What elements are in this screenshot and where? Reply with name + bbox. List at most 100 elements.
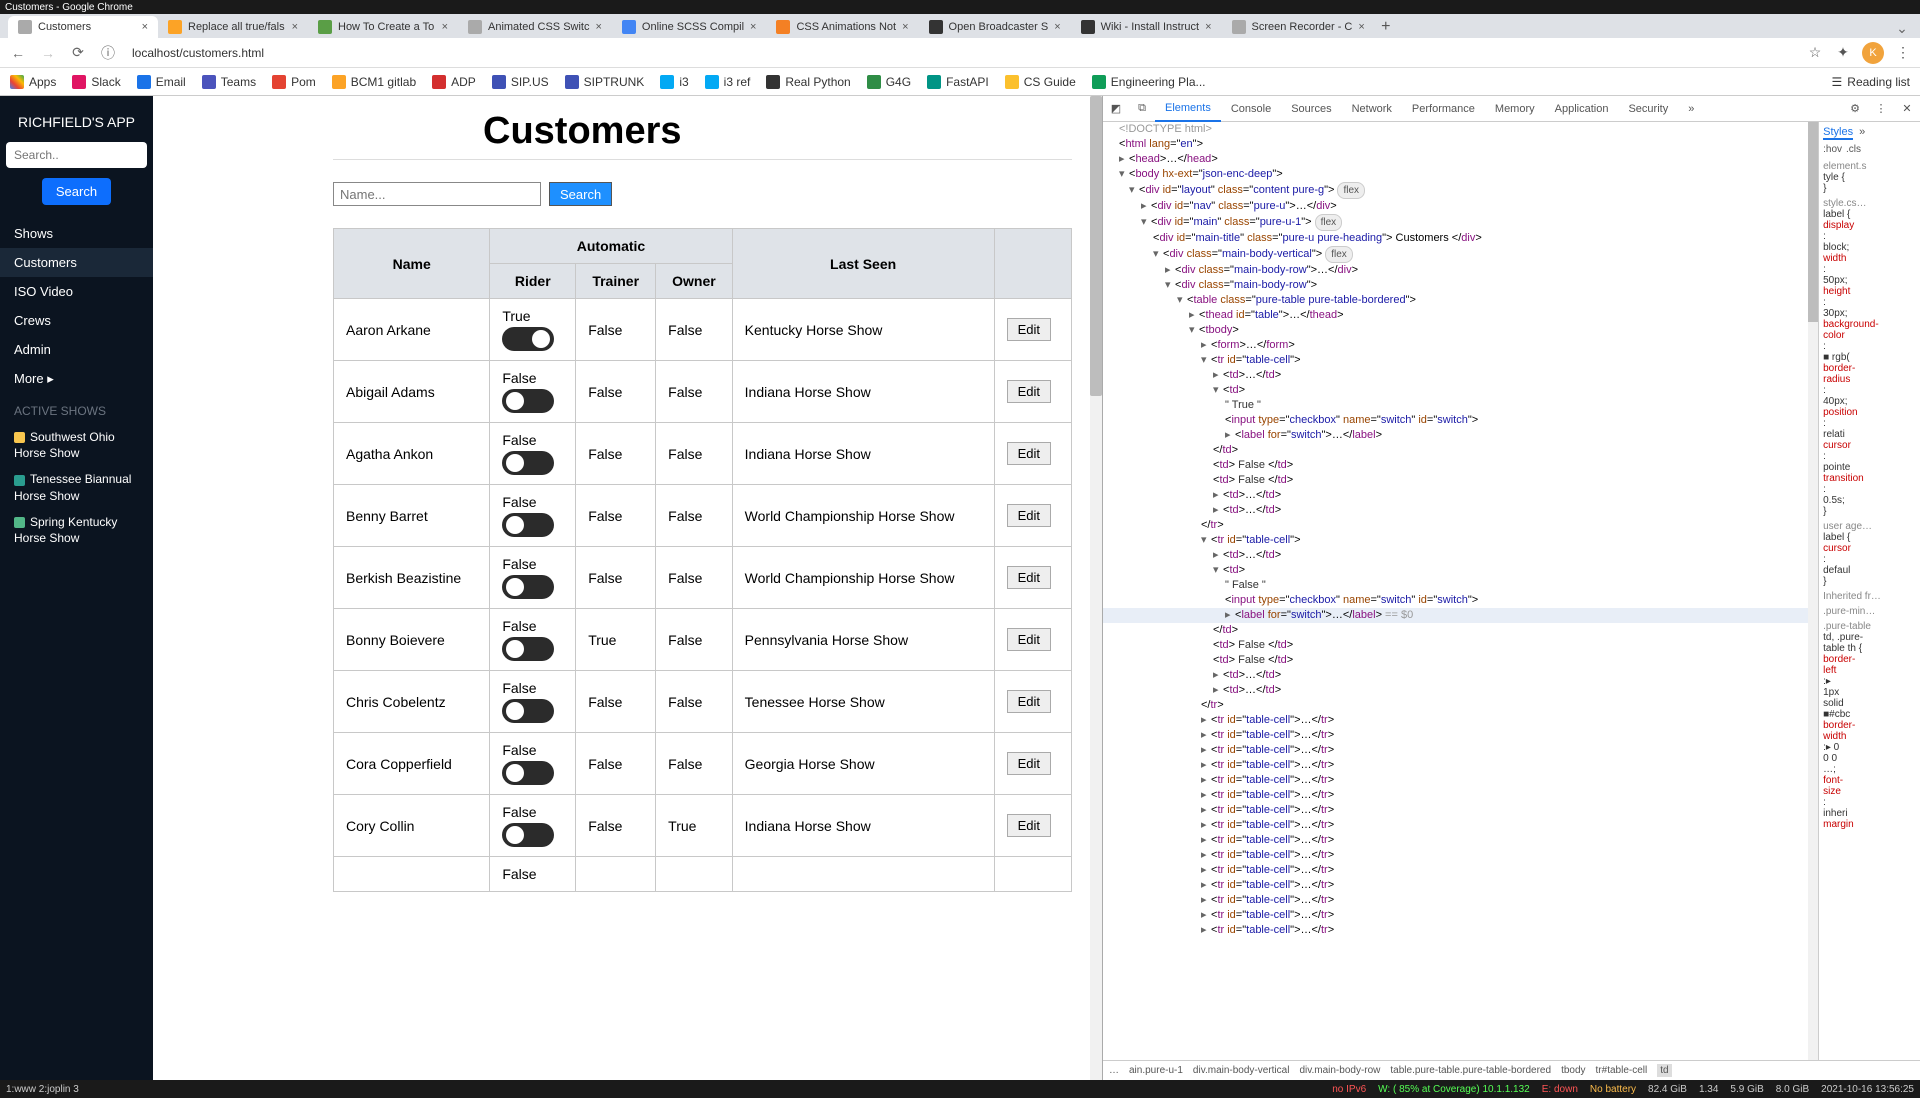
rider-switch[interactable] bbox=[502, 761, 554, 785]
breadcrumb-item[interactable]: div.main-body-row bbox=[1299, 1065, 1380, 1076]
edit-button[interactable]: Edit bbox=[1007, 814, 1051, 837]
new-tab-button[interactable]: + bbox=[1375, 16, 1397, 38]
apps-button[interactable]: Apps bbox=[10, 75, 56, 89]
sidebar-item[interactable]: ISO Video bbox=[0, 277, 153, 306]
rider-switch[interactable] bbox=[502, 575, 554, 599]
styles-tab[interactable]: Styles bbox=[1823, 126, 1853, 140]
dom-scrollbar[interactable] bbox=[1808, 122, 1818, 1060]
devtools-tab[interactable]: Memory bbox=[1485, 96, 1545, 122]
sidebar-search-input[interactable] bbox=[6, 142, 147, 168]
styles-pane[interactable]: Styles» :hov.cls element.style {}style.c… bbox=[1818, 122, 1920, 1060]
chevron-down-icon[interactable]: ⌄ bbox=[1892, 18, 1912, 38]
close-icon[interactable]: × bbox=[1205, 21, 1211, 33]
styles-more[interactable]: » bbox=[1859, 126, 1865, 140]
edit-button[interactable]: Edit bbox=[1007, 380, 1051, 403]
breadcrumb-item[interactable]: tbody bbox=[1561, 1065, 1585, 1076]
active-show-item[interactable]: Spring Kentucky Horse Show bbox=[0, 509, 153, 551]
rider-switch[interactable] bbox=[502, 823, 554, 847]
breadcrumb-item[interactable]: td bbox=[1657, 1064, 1671, 1077]
bookmark-item[interactable]: Email bbox=[137, 75, 186, 89]
close-icon[interactable]: × bbox=[1054, 21, 1060, 33]
cls-toggle[interactable]: .cls bbox=[1846, 144, 1861, 155]
breadcrumb-item[interactable]: … bbox=[1109, 1065, 1119, 1076]
rider-switch[interactable] bbox=[502, 327, 554, 351]
devtools-tab[interactable]: Console bbox=[1221, 96, 1281, 122]
browser-tab[interactable]: Animated CSS Switc× bbox=[458, 16, 612, 38]
devtools-tab[interactable]: Sources bbox=[1281, 96, 1341, 122]
bookmark-item[interactable]: ADP bbox=[432, 75, 476, 89]
rider-switch[interactable] bbox=[502, 389, 554, 413]
device-icon[interactable]: ⧉ bbox=[1129, 96, 1155, 122]
inspect-icon[interactable]: ◩ bbox=[1103, 96, 1129, 122]
close-icon[interactable]: × bbox=[750, 21, 756, 33]
sidebar-search-button[interactable]: Search bbox=[42, 178, 111, 205]
bookmark-item[interactable]: SIPTRUNK bbox=[565, 75, 645, 89]
edit-button[interactable]: Edit bbox=[1007, 628, 1051, 651]
content-scrollbar[interactable] bbox=[1090, 96, 1102, 1080]
bookmark-item[interactable]: Pom bbox=[272, 75, 316, 89]
close-icon[interactable]: × bbox=[595, 21, 601, 33]
back-button[interactable]: ← bbox=[8, 43, 28, 63]
rider-switch[interactable] bbox=[502, 451, 554, 475]
sidebar-item[interactable]: More ▸ bbox=[0, 364, 153, 394]
close-icon[interactable]: × bbox=[142, 21, 148, 33]
name-search-input[interactable] bbox=[333, 182, 541, 206]
profile-avatar[interactable]: K bbox=[1862, 42, 1884, 64]
close-icon[interactable]: ✕ bbox=[1894, 96, 1920, 122]
devtools-tab[interactable]: Elements bbox=[1155, 96, 1221, 122]
browser-tab[interactable]: Wiki - Install Instruct× bbox=[1071, 16, 1222, 38]
breadcrumb-item[interactable]: tr#table-cell bbox=[1596, 1065, 1648, 1076]
gear-icon[interactable]: ⚙ bbox=[1842, 96, 1868, 122]
edit-button[interactable]: Edit bbox=[1007, 566, 1051, 589]
bookmark-item[interactable]: Slack bbox=[72, 75, 120, 89]
extensions-icon[interactable]: ✦ bbox=[1834, 44, 1852, 62]
bookmark-item[interactable]: i3 bbox=[660, 75, 688, 89]
rider-switch[interactable] bbox=[502, 699, 554, 723]
bookmark-item[interactable]: BCM1 gitlab bbox=[332, 75, 416, 89]
forward-button[interactable]: → bbox=[38, 43, 58, 63]
edit-button[interactable]: Edit bbox=[1007, 442, 1051, 465]
devtools-tab[interactable]: Performance bbox=[1402, 96, 1485, 122]
menu-icon[interactable]: ⋮ bbox=[1894, 44, 1912, 62]
name-search-button[interactable]: Search bbox=[549, 182, 612, 206]
devtools-tab[interactable]: Application bbox=[1545, 96, 1619, 122]
devtools-tab[interactable]: Network bbox=[1342, 96, 1402, 122]
close-icon[interactable]: × bbox=[902, 21, 908, 33]
bookmark-item[interactable]: Engineering Pla... bbox=[1092, 75, 1206, 89]
bookmark-item[interactable]: SIP.US bbox=[492, 75, 549, 89]
rider-switch[interactable] bbox=[502, 513, 554, 537]
browser-tab[interactable]: Online SCSS Compil× bbox=[612, 16, 767, 38]
rider-switch[interactable] bbox=[502, 637, 554, 661]
sidebar-item[interactable]: Customers bbox=[0, 248, 153, 277]
site-info-icon[interactable]: ⓘ bbox=[98, 43, 118, 63]
dom-tree[interactable]: …<!DOCTYPE html><html lang="en">▸<head>…… bbox=[1103, 122, 1818, 1060]
browser-tab[interactable]: Customers× bbox=[8, 16, 158, 38]
devtools-menu-icon[interactable]: ⋮ bbox=[1868, 96, 1894, 122]
active-show-item[interactable]: Southwest Ohio Horse Show bbox=[0, 424, 153, 466]
bookmark-item[interactable]: G4G bbox=[867, 75, 911, 89]
edit-button[interactable]: Edit bbox=[1007, 690, 1051, 713]
browser-tab[interactable]: Replace all true/fals× bbox=[158, 16, 308, 38]
edit-button[interactable]: Edit bbox=[1007, 318, 1051, 341]
devtools-more[interactable]: » bbox=[1678, 96, 1704, 122]
edit-button[interactable]: Edit bbox=[1007, 504, 1051, 527]
bookmark-item[interactable]: CS Guide bbox=[1005, 75, 1076, 89]
sidebar-item[interactable]: Admin bbox=[0, 335, 153, 364]
reload-button[interactable]: ⟳ bbox=[68, 43, 88, 63]
bookmark-item[interactable]: Real Python bbox=[766, 75, 850, 89]
bookmark-item[interactable]: i3 ref bbox=[705, 75, 751, 89]
breadcrumb-item[interactable]: table.pure-table.pure-table-bordered bbox=[1390, 1065, 1551, 1076]
devtools-tab[interactable]: Security bbox=[1618, 96, 1678, 122]
bookmark-item[interactable]: FastAPI bbox=[927, 75, 989, 89]
sidebar-item[interactable]: Crews bbox=[0, 306, 153, 335]
browser-tab[interactable]: How To Create a To× bbox=[308, 16, 458, 38]
browser-tab[interactable]: CSS Animations Not× bbox=[766, 16, 918, 38]
workspace-indicator[interactable]: 1:www 2:joplin 3 bbox=[6, 1084, 79, 1095]
edit-button[interactable]: Edit bbox=[1007, 752, 1051, 775]
sidebar-item[interactable]: Shows bbox=[0, 219, 153, 248]
hov-toggle[interactable]: :hov bbox=[1823, 144, 1842, 155]
close-icon[interactable]: × bbox=[442, 21, 448, 33]
devtools-breadcrumbs[interactable]: …ain.pure-u-1div.main-body-verticaldiv.m… bbox=[1103, 1060, 1920, 1080]
star-icon[interactable]: ☆ bbox=[1806, 44, 1824, 62]
close-icon[interactable]: × bbox=[292, 21, 298, 33]
